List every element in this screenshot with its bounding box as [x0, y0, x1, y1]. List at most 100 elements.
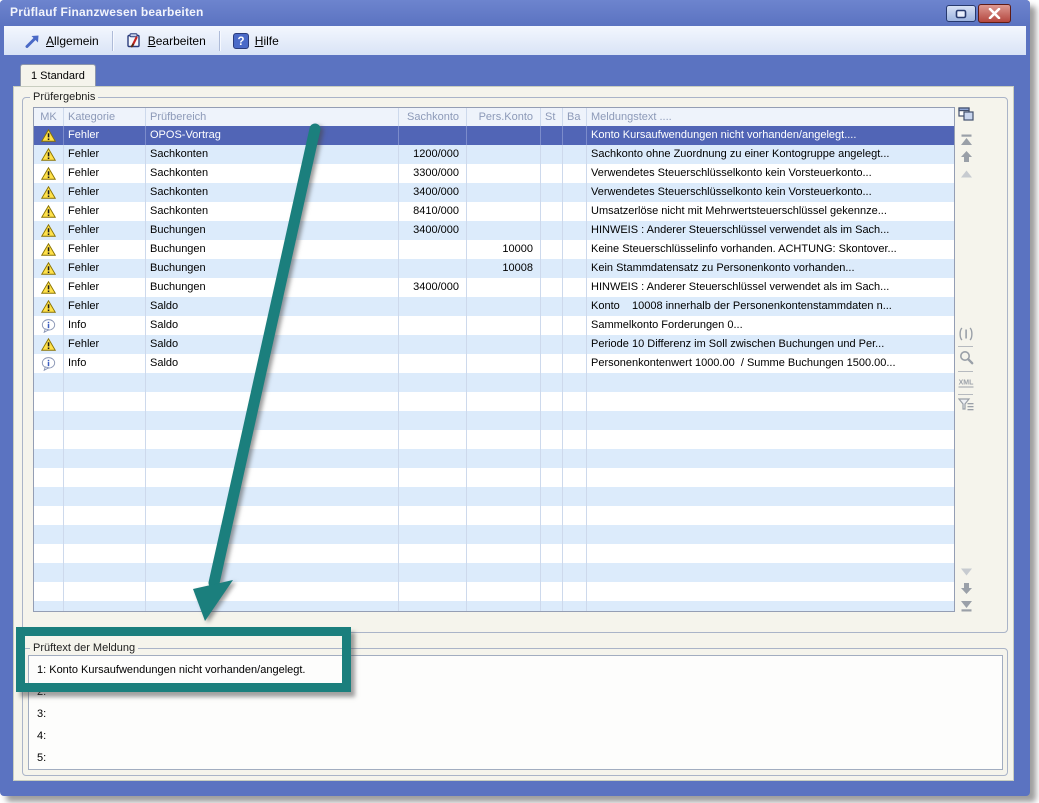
cell-ba [563, 202, 587, 221]
table-row-empty[interactable] [34, 487, 954, 506]
table-row-empty[interactable] [34, 563, 954, 582]
toolbar-button-bearbeiten[interactable]: Bearbeiten [117, 29, 215, 53]
strip-divider [958, 371, 973, 372]
filter-icon[interactable] [957, 397, 975, 412]
cell-pruef: Sachkonten [146, 202, 399, 221]
table-row[interactable]: FehlerBuchungen10000Keine Steuerschlüsse… [34, 240, 954, 259]
cell-st [541, 278, 563, 297]
tab-standard[interactable]: 1 Standard [20, 64, 96, 87]
cell-sach [399, 411, 467, 430]
column-header-pruefbereich[interactable]: Prüfbereich [146, 108, 399, 126]
scroll-to-top-icon[interactable] [957, 132, 975, 147]
close-icon [988, 8, 1001, 19]
toolbar-button-hilfe[interactable]: ? Hilfe [224, 29, 288, 53]
cell-meld [587, 601, 954, 612]
table-columns-icon[interactable] [957, 106, 975, 121]
svg-text:?: ? [237, 36, 244, 48]
column-header-kategorie[interactable]: Kategorie [64, 108, 146, 126]
cell-ba [563, 183, 587, 202]
cell-sach: 8410/000 [399, 202, 467, 221]
cell-pruef [146, 544, 399, 563]
cell-meld: Personenkontenwert 1000.00 / Summe Buchu… [587, 354, 954, 373]
minimize-button[interactable] [946, 5, 976, 22]
warning-icon [41, 262, 56, 275]
warning-icon [41, 205, 56, 218]
table-row[interactable]: FehlerSachkonten1200/000Sachkonto ohne Z… [34, 145, 954, 164]
table-row-empty[interactable] [34, 506, 954, 525]
move-down-icon[interactable] [957, 581, 975, 596]
warning-icon [41, 129, 56, 142]
cell-sach [399, 316, 467, 335]
table-row[interactable]: FehlerBuchungen3400/000HINWEIS : Anderer… [34, 278, 954, 297]
cell-st [541, 563, 563, 582]
cell-pruef: Sachkonten [146, 145, 399, 164]
cell-pers [467, 316, 541, 335]
cell-pers [467, 392, 541, 411]
cell-ba [563, 335, 587, 354]
cell-pruef [146, 430, 399, 449]
cell-meld [587, 563, 954, 582]
column-header-st[interactable]: St [541, 108, 563, 126]
cell-pruef [146, 525, 399, 544]
table-row-empty[interactable] [34, 430, 954, 449]
table-row-empty[interactable] [34, 468, 954, 487]
table-row-empty[interactable] [34, 449, 954, 468]
cell-mk [34, 278, 64, 297]
table-row[interactable]: FehlerSachkonten8410/000Umsatzerlöse nic… [34, 202, 954, 221]
table-row-empty[interactable] [34, 544, 954, 563]
table-row[interactable]: FehlerSachkonten3300/000Verwendetes Steu… [34, 164, 954, 183]
column-header-sachkonto[interactable]: Sachkonto [399, 108, 467, 126]
cell-mk [34, 145, 64, 164]
cell-meld: Keine Steuerschlüsselinfo vorhanden. ACH… [587, 240, 954, 259]
cell-sach: 3400/000 [399, 221, 467, 240]
table-row[interactable]: FehlerSaldoPeriode 10 Differenz im Soll … [34, 335, 954, 354]
cell-mk [34, 316, 64, 335]
cell-ba [563, 487, 587, 506]
table-row[interactable]: FehlerBuchungen10008Kein Stammdatensatz … [34, 259, 954, 278]
xml-export-icon[interactable]: XML [957, 375, 975, 390]
cell-pruef: Buchungen [146, 240, 399, 259]
screenshot-stage: Prüflauf Finanzwesen bearbeiten Allgemei… [0, 0, 1039, 803]
column-header-ba[interactable]: Ba [563, 108, 587, 126]
toolbar-button-allgemein[interactable]: Allgemein [16, 29, 108, 53]
cell-mk [34, 259, 64, 278]
table-row[interactable]: FehlerSachkonten3400/000Verwendetes Steu… [34, 183, 954, 202]
table-row-empty[interactable] [34, 392, 954, 411]
table-row[interactable]: InfoSaldoSammelkonto Forderungen 0... [34, 316, 954, 335]
scroll-down-icon[interactable] [957, 564, 975, 579]
column-header-meldungstext[interactable]: Meldungstext .... [587, 108, 954, 126]
table-row-empty[interactable] [34, 411, 954, 430]
warning-icon [41, 148, 56, 161]
cell-pruef [146, 582, 399, 601]
column-header-mk[interactable]: MK [34, 108, 64, 126]
search-icon[interactable] [957, 350, 975, 365]
table-row-empty[interactable] [34, 525, 954, 544]
table-row-empty[interactable] [34, 601, 954, 612]
cell-pers [467, 164, 541, 183]
cell-pruef: Saldo [146, 354, 399, 373]
cell-meld: Sachkonto ohne Zuordnung zu einer Kontog… [587, 145, 954, 164]
cell-mk [34, 164, 64, 183]
table-row[interactable]: FehlerBuchungen3400/000HINWEIS : Anderer… [34, 221, 954, 240]
scroll-to-bottom-icon[interactable] [957, 598, 975, 613]
cell-st [541, 145, 563, 164]
table-row-empty[interactable] [34, 582, 954, 601]
table-row[interactable]: FehlerSaldoKonto 10008 innerhalb der Per… [34, 297, 954, 316]
group-brackets-icon[interactable] [957, 326, 975, 341]
move-up-icon[interactable] [957, 149, 975, 164]
cell-st [541, 354, 563, 373]
cell-st [541, 297, 563, 316]
column-header-perskonto[interactable]: Pers.Konto [467, 108, 541, 126]
cell-meld [587, 525, 954, 544]
cell-st [541, 544, 563, 563]
cell-mk [34, 126, 64, 145]
close-button[interactable] [978, 4, 1011, 23]
scroll-up-icon[interactable] [957, 166, 975, 181]
cell-meld [587, 430, 954, 449]
cell-ba [563, 582, 587, 601]
table-row[interactable]: FehlerOPOS-VortragKonto Kursaufwendungen… [34, 126, 954, 145]
table-row[interactable]: InfoSaldoPersonenkontenwert 1000.00 / Su… [34, 354, 954, 373]
toolbar-label-allgemein: Allgemein [46, 34, 99, 48]
table-row-empty[interactable] [34, 373, 954, 392]
result-table-body: FehlerOPOS-VortragKonto Kursaufwendungen… [34, 126, 954, 612]
